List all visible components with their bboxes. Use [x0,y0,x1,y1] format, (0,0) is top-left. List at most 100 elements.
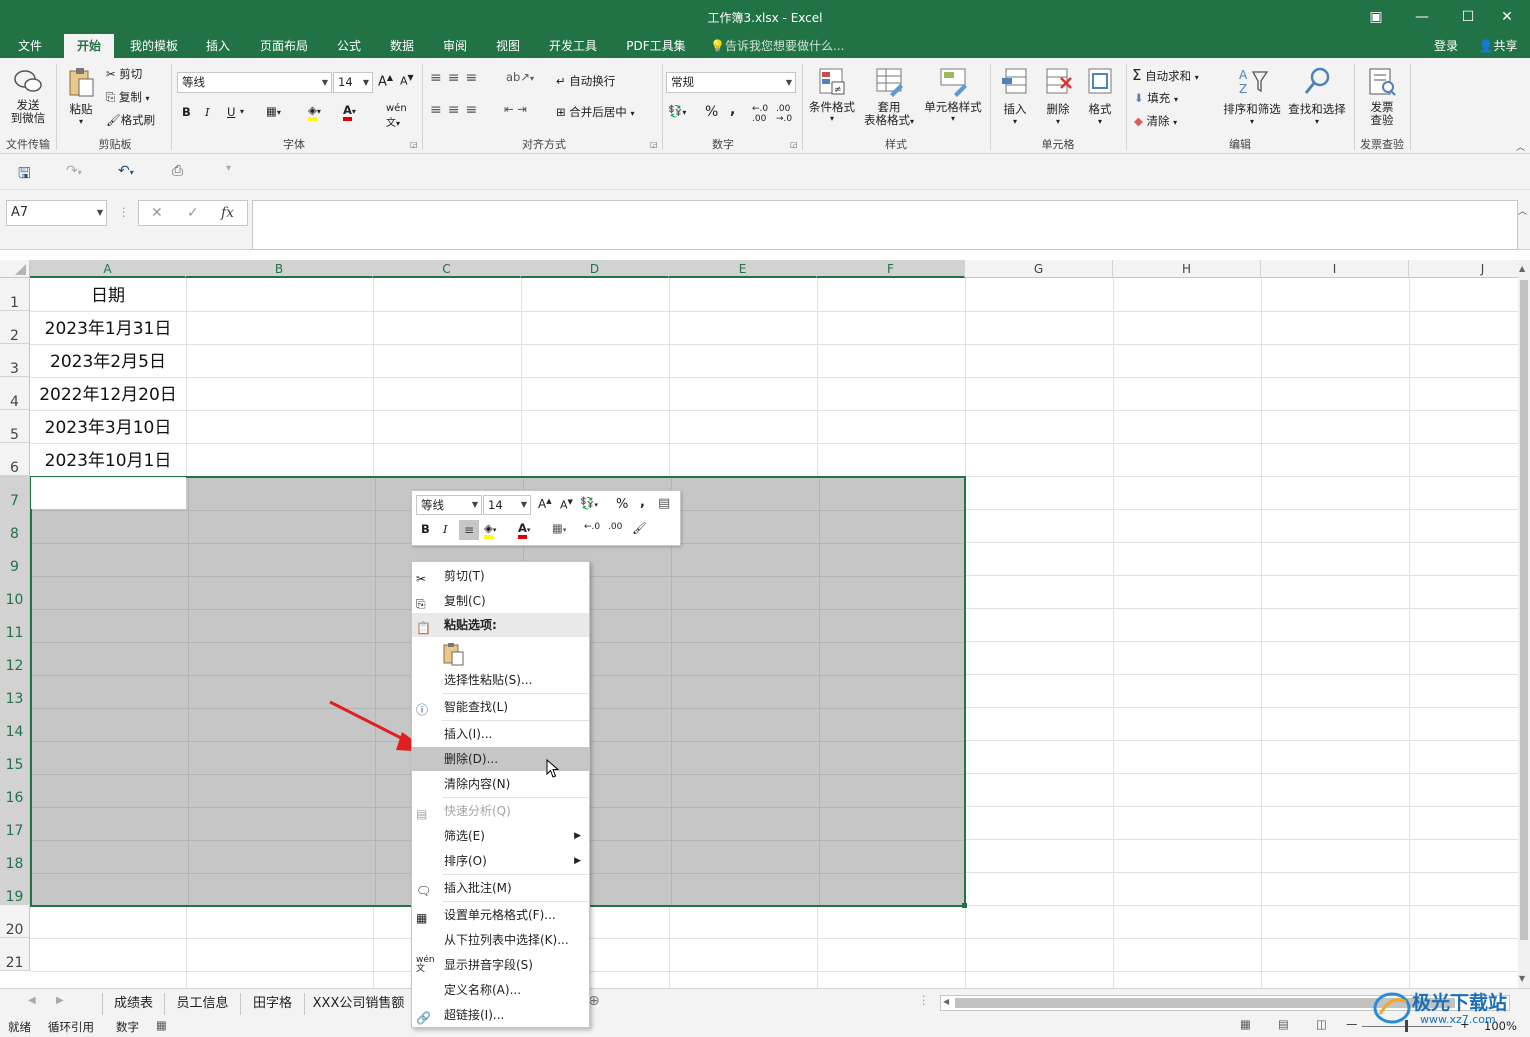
tab-split-grip-icon[interactable]: ⋮ [918,993,930,1007]
dialog-launcher-icon[interactable]: ◲ [410,140,418,149]
italic-button[interactable]: I [205,105,210,119]
page-layout-icon[interactable]: ▤ [1278,1017,1289,1031]
decrease-decimal-icon[interactable]: .00 →.0 [776,104,792,124]
tab-data[interactable]: 数据 [382,34,422,58]
scroll-down-icon[interactable]: ▼ [1519,974,1525,983]
mini-fill-color-icon[interactable]: ◈▾ [484,521,496,539]
close-button[interactable]: ✕ [1484,0,1530,34]
column-header-d[interactable]: D [521,260,669,278]
row-header[interactable]: 11 [0,608,30,641]
mini-bold-icon[interactable]: B [421,522,430,536]
mini-font-select[interactable]: 等线 ▼ [416,495,482,515]
row-header[interactable]: 1 [0,278,30,311]
menu-item-hyperlink[interactable]: 🔗 超链接(I)... [412,1003,589,1027]
percent-button[interactable]: % [705,104,718,120]
cell-a6[interactable]: 2023年10月1日 [30,445,186,478]
cut-button[interactable]: ✂ 剪切 [106,66,142,82]
column-header-f[interactable]: F [817,260,965,278]
column-header-g[interactable]: G [965,260,1113,278]
mini-border-icon[interactable]: ▦▾ [552,521,566,535]
column-header-c[interactable]: C [373,260,521,278]
comma-button[interactable]: , [730,102,735,118]
row-header[interactable]: 7 [0,476,30,509]
customize-qat-icon[interactable]: ▾ [226,163,231,174]
tab-file[interactable]: 文件 [8,34,52,58]
column-header-e[interactable]: E [669,260,817,278]
redo-icon[interactable]: ↷▾ [66,163,82,179]
mini-size-select[interactable]: 14 ▼ [483,495,531,515]
mini-increase-decimal-icon[interactable]: ←.0 [584,522,600,532]
grow-font-button[interactable]: A▲ [378,73,393,89]
menu-item-filter[interactable]: 筛选(E) ▶ [412,824,589,848]
fill-color-button[interactable]: ◈▾ [308,103,321,121]
save-icon[interactable]: 🖫 [18,163,31,188]
menu-item-phonetic[interactable]: wén 文显示拼音字段(S) [412,953,589,977]
send-to-wechat-button[interactable]: 发送 到微信 [8,68,48,125]
minimize-button[interactable]: — [1399,0,1445,34]
column-header-b[interactable]: B [186,260,373,278]
mini-font-color-icon[interactable]: A▾ [518,521,530,539]
invoice-check-button[interactable]: 发票 查验 [1360,66,1404,127]
insert-cells-button[interactable]: 插入 ▾ [996,66,1034,126]
mini-grow-font-icon[interactable]: A▲ [538,497,552,511]
menu-item-insert[interactable]: 插入(I)... [412,722,589,746]
format-painter-button[interactable]: 🖌格式刷 [106,112,155,128]
scroll-left-icon[interactable]: ◀ [943,997,949,1006]
cell-a5[interactable]: 2023年3月10日 [30,412,186,445]
menu-item-copy[interactable]: ⎘ 复制(C) [412,589,589,613]
row-header[interactable]: 8 [0,509,30,542]
share-button[interactable]: 👤共享 [1470,34,1526,58]
cell-a3[interactable]: 2023年2月5日 [30,346,186,379]
collapse-formula-icon[interactable]: ︿ [1518,204,1527,217]
conditional-format-button[interactable]: ≠ 条件格式 ▾ [806,66,858,123]
tab-page-layout[interactable]: 页面布局 [252,34,316,58]
formula-input[interactable] [252,200,1518,250]
menu-item-delete[interactable]: 删除(D)... [412,747,589,778]
menu-item-format-cells[interactable]: ▦ 设置单元格格式(F)... [412,903,589,927]
macro-record-icon[interactable]: ▦ [156,1018,167,1032]
confirm-formula-icon[interactable]: ✓ [187,201,199,225]
merge-center-button[interactable]: ⊞ 合并后居中 ▾ [556,104,634,120]
dialog-launcher-icon[interactable]: ◲ [790,140,798,149]
shrink-font-button[interactable]: A▼ [400,73,414,88]
name-box[interactable]: A7 ▼ [6,200,107,226]
tab-view[interactable]: 视图 [488,34,528,58]
column-header-h[interactable]: H [1113,260,1261,278]
next-sheet-icon[interactable]: ▶ [56,995,64,1006]
orientation-icon[interactable]: ab↗▾ [506,70,534,84]
mini-comma-icon[interactable]: , [640,495,645,510]
font-color-button[interactable]: A▾ [343,103,356,121]
sheet-tab-sales[interactable]: XXX公司销售额 [304,993,412,1015]
prev-sheet-icon[interactable]: ◀ [28,995,36,1006]
row-header[interactable]: 6 [0,443,30,476]
mini-decrease-decimal-icon[interactable]: .00 [608,522,622,532]
scroll-up-icon[interactable]: ▲ [1519,264,1525,273]
mini-center-icon[interactable]: ≡ [459,520,479,540]
mini-percent-icon[interactable]: % [616,497,628,512]
print-preview-icon[interactable]: ⎙ [172,163,183,179]
zoom-out-icon[interactable]: — [1346,1017,1358,1031]
row-header[interactable]: 4 [0,377,30,410]
sheet-tab-scores[interactable]: 成绩表 [102,993,164,1015]
row-header[interactable]: 18 [0,839,30,872]
menu-item-define-name[interactable]: 定义名称(A)... [412,978,589,1002]
normal-view-icon[interactable]: ▦ [1240,1017,1251,1031]
worksheet-grid[interactable]: A B C D E F G H I J 1 2 3 4 5 6 7 8 9 10 11 12 13 14 1… [0,260,1518,988]
cell-a4[interactable]: 2022年12月20日 [30,379,186,412]
indent-icons[interactable]: ⇤ ⇥ [504,102,527,116]
row-header[interactable]: 19 [0,872,30,905]
row-header[interactable]: 10 [0,575,30,608]
fill-handle[interactable] [962,903,967,908]
fill-button[interactable]: ⬇ 填充 ▾ [1134,90,1178,106]
sort-filter-button[interactable]: AZ 排序和筛选 ▾ [1220,66,1284,126]
scroll-thumb[interactable] [1520,280,1528,940]
vertical-align-icons[interactable]: ≡≡≡ [430,70,483,86]
column-header-i[interactable]: I [1261,260,1409,278]
chevron-down-icon[interactable]: ▾ [240,107,244,116]
menu-item-insert-comment[interactable]: 🗨 插入批注(M) [412,876,589,900]
menu-item-smart-lookup[interactable]: ⓘ 智能查找(L) [412,695,589,719]
delete-cells-button[interactable]: 删除 ▾ [1038,66,1078,126]
number-format-select[interactable]: 常规 ▼ [666,72,796,93]
mini-format-painter-icon[interactable]: 🖌 [632,521,647,535]
column-header-j[interactable]: J [1409,260,1518,278]
